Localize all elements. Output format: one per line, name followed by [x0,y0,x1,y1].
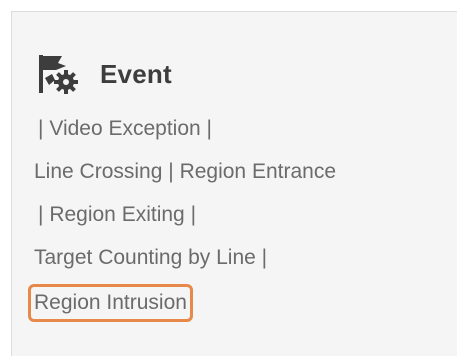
link-line-crossing[interactable]: Line Crossing [34,160,162,183]
row-region-intrusion: Region Intrusion [28,284,193,322]
flag-gear-icon [36,52,82,96]
row-target-counting: Target Counting by Line | [34,244,267,272]
link-region-entrance[interactable]: Region Entrance [180,160,336,183]
event-header: Event [36,52,172,96]
section-title: Event [100,58,172,89]
separator: | [38,203,44,226]
link-target-counting-by-line[interactable]: Target Counting by Line [34,246,256,269]
separator: | [206,117,213,140]
separator: | [190,203,197,226]
row-line-crossing: Line Crossing | Region Entrance [34,158,336,186]
link-video-exception[interactable]: Video Exception [49,117,200,140]
separator: | [38,117,44,140]
row-region-exiting: | Region Exiting | [38,201,196,229]
link-region-intrusion[interactable]: Region Intrusion [28,284,193,322]
separator: | [261,246,268,269]
row-video-exception: | Video Exception | [38,115,212,143]
link-region-exiting[interactable]: Region Exiting [49,203,184,226]
separator: | [168,160,174,183]
